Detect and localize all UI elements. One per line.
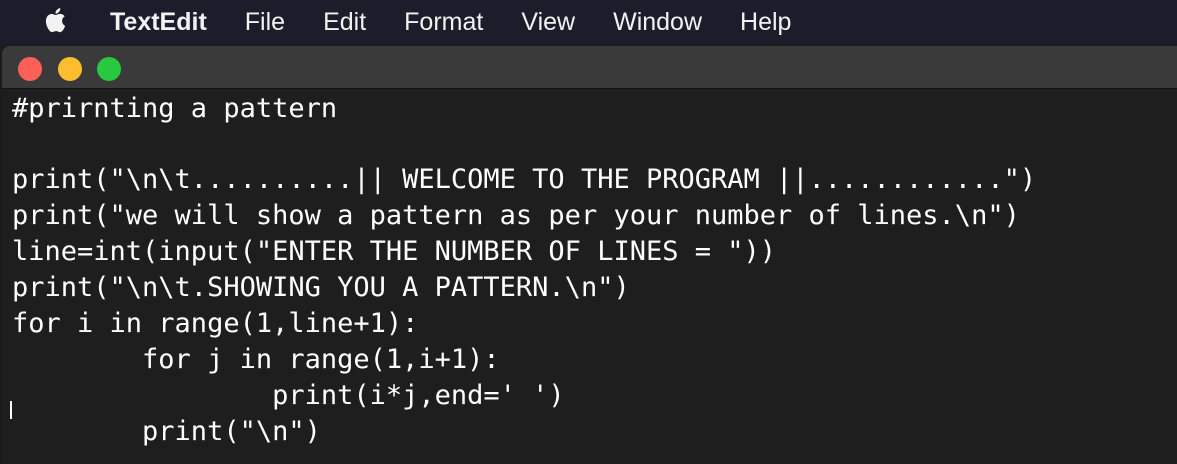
menu-window[interactable]: Window xyxy=(613,8,702,37)
text-editor[interactable]: #prirnting a pattern print("\n\t........… xyxy=(2,89,1177,464)
window-titlebar[interactable] xyxy=(2,46,1177,89)
menu-edit[interactable]: Edit xyxy=(323,8,366,37)
code-line: for j in range(1,i+1): xyxy=(12,344,500,375)
code-line: print("\n\t..........|| WELCOME TO THE P… xyxy=(12,164,1037,195)
minimize-button[interactable] xyxy=(58,57,82,81)
code-line: print(i*j,end=' ') xyxy=(12,380,565,411)
menu-format[interactable]: Format xyxy=(404,8,483,37)
textedit-window: #prirnting a pattern print("\n\t........… xyxy=(2,46,1177,464)
menu-bar: TextEdit File Edit Format View Window He… xyxy=(0,0,1177,44)
menu-file[interactable]: File xyxy=(245,8,285,37)
code-line: #prirnting a pattern xyxy=(12,93,338,124)
code-line: print("we will show a pattern as per you… xyxy=(12,200,1020,231)
zoom-button[interactable] xyxy=(97,57,121,81)
code-line: print("\n") xyxy=(12,416,321,447)
code-line: for i in range(1,line+1): xyxy=(12,308,419,339)
menu-help[interactable]: Help xyxy=(740,8,791,37)
code-line: print("\n\t.SHOWING YOU A PATTERN.\n") xyxy=(12,272,630,303)
menu-app-textedit[interactable]: TextEdit xyxy=(110,8,207,37)
text-caret xyxy=(10,401,12,419)
apple-logo-icon[interactable] xyxy=(44,6,66,34)
code-line: line=int(input("ENTER THE NUMBER OF LINE… xyxy=(12,236,777,267)
close-button[interactable] xyxy=(18,57,42,81)
menu-view[interactable]: View xyxy=(521,8,575,37)
